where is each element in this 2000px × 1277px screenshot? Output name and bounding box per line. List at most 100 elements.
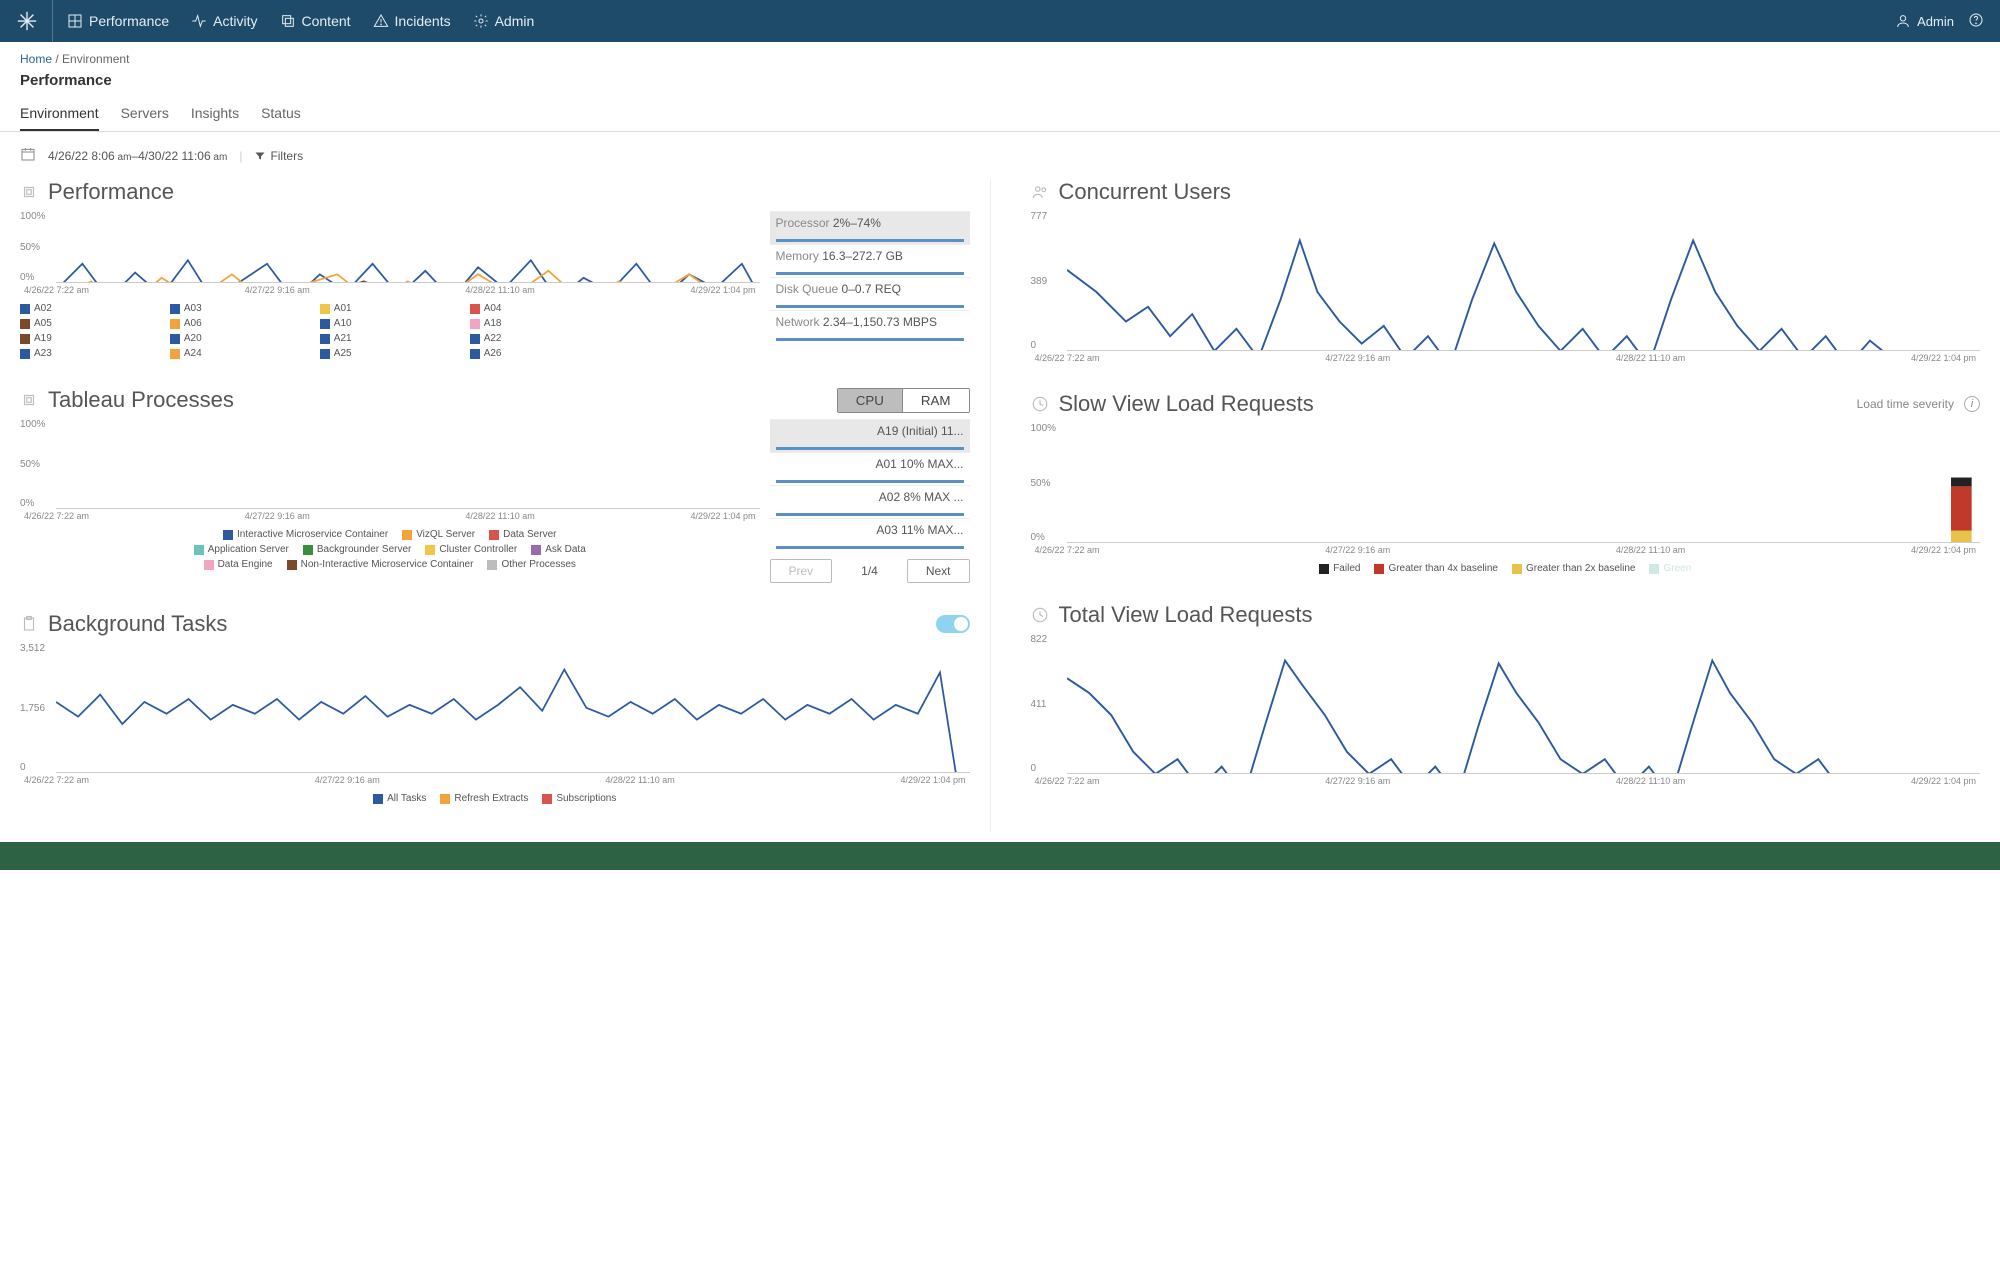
legend-item[interactable]: Interactive Microservice Container: [223, 529, 388, 540]
legend-item[interactable]: A24: [170, 348, 310, 359]
legend-item[interactable]: A20: [170, 333, 310, 344]
tab-insights[interactable]: Insights: [191, 97, 239, 131]
panel-title: Performance: [48, 179, 970, 205]
user-menu[interactable]: Admin: [1895, 13, 1954, 29]
nav-activity[interactable]: Activity: [191, 13, 257, 29]
next-button[interactable]: Next: [907, 559, 970, 583]
legend-item[interactable]: Green: [1649, 563, 1691, 574]
panel-title: Total View Load Requests: [1059, 602, 1981, 628]
background-toggle-switch[interactable]: [936, 615, 970, 633]
legend-item[interactable]: A06: [170, 318, 310, 329]
legend-item[interactable]: [620, 348, 760, 359]
process-row[interactable]: A19 (Initial) 11...: [770, 419, 970, 452]
legend-item[interactable]: Data Engine: [204, 559, 273, 570]
users-icon: [1031, 183, 1049, 201]
processes-legend: Interactive Microservice Container VizQL …: [180, 529, 600, 570]
app-logo[interactable]: [16, 0, 53, 42]
toggle-cpu[interactable]: CPU: [838, 389, 902, 412]
legend-item[interactable]: Application Server: [194, 544, 289, 555]
nav-admin[interactable]: Admin: [473, 13, 535, 29]
breadcrumb-current: Environment: [62, 52, 129, 66]
breadcrumb: Home / Environment: [0, 42, 2000, 70]
page-indicator: 1/4: [861, 564, 878, 578]
x-axis: 4/26/22 7:22 am4/27/22 9:16 am4/28/22 11…: [1031, 353, 1981, 363]
legend-item[interactable]: Non-Interactive Microservice Container: [287, 559, 474, 570]
legend-item[interactable]: [620, 303, 760, 314]
toggle-ram[interactable]: RAM: [902, 389, 969, 412]
metric-row[interactable]: Memory 16.3–272.7 GB: [770, 244, 970, 277]
panel-title: Slow View Load Requests: [1059, 391, 1847, 417]
process-row[interactable]: A03 11% MAX...: [770, 518, 970, 551]
legend-item[interactable]: A03: [170, 303, 310, 314]
panel-title: Tableau Processes: [48, 387, 827, 413]
legend-item[interactable]: Refresh Extracts: [440, 793, 528, 804]
tab-status[interactable]: Status: [261, 97, 301, 131]
clock-icon: [1031, 395, 1049, 413]
legend-item[interactable]: Failed: [1319, 563, 1360, 574]
tab-environment[interactable]: Environment: [20, 97, 99, 131]
metric-row[interactable]: Disk Queue 0–0.7 REQ: [770, 277, 970, 310]
legend-item[interactable]: Greater than 2x baseline: [1512, 563, 1636, 574]
cpu-icon: [20, 391, 38, 409]
processes-pager: Prev 1/4 Next: [770, 559, 970, 583]
breadcrumb-home[interactable]: Home: [20, 52, 52, 66]
top-nav: Performance Activity Content Incidents A…: [0, 0, 2000, 42]
legend-item[interactable]: VizQL Server: [402, 529, 475, 540]
clipboard-icon: [20, 615, 38, 633]
footer-bar: [0, 842, 2000, 870]
performance-chart[interactable]: [56, 211, 760, 283]
date-range[interactable]: 4/26/22 8:06 am–4/30/22 11:06 am: [48, 149, 227, 163]
legend-item[interactable]: Ask Data: [531, 544, 586, 555]
legend-item[interactable]: A26: [470, 348, 610, 359]
severity-hint: Load time severity: [1857, 397, 1954, 411]
legend-item[interactable]: Cluster Controller: [425, 544, 517, 555]
legend-item[interactable]: Data Server: [489, 529, 556, 540]
legend-item[interactable]: A02: [20, 303, 160, 314]
legend-item[interactable]: A23: [20, 348, 160, 359]
concurrent-chart[interactable]: [1067, 211, 1981, 351]
info-icon[interactable]: i: [1964, 396, 1980, 412]
legend-item[interactable]: [620, 318, 760, 329]
background-legend: All Tasks Refresh Extracts Subscriptions: [20, 793, 970, 804]
nav-content[interactable]: Content: [280, 13, 351, 29]
legend-item[interactable]: Subscriptions: [542, 793, 616, 804]
legend-item[interactable]: A25: [320, 348, 460, 359]
nav-incidents[interactable]: Incidents: [373, 13, 451, 29]
panel-total-requests: Total View Load Requests 822 411 0 4/26/…: [1031, 602, 1981, 786]
x-axis: 4/26/22 7:22 am4/27/22 9:16 am4/28/22 11…: [1031, 545, 1981, 555]
legend-item[interactable]: A18: [470, 318, 610, 329]
panel-slow-requests: Slow View Load Requests Load time severi…: [1031, 391, 1981, 574]
nav-performance[interactable]: Performance: [67, 13, 169, 29]
legend-item[interactable]: A01: [320, 303, 460, 314]
legend-item[interactable]: All Tasks: [373, 793, 426, 804]
legend-item[interactable]: A04: [470, 303, 610, 314]
legend-item[interactable]: Greater than 4x baseline: [1374, 563, 1498, 574]
legend-item[interactable]: A21: [320, 333, 460, 344]
total-chart[interactable]: [1067, 634, 1981, 774]
legend-item[interactable]: Backgrounder Server: [303, 544, 412, 555]
legend-item[interactable]: A22: [470, 333, 610, 344]
legend-item[interactable]: [620, 333, 760, 344]
background-chart[interactable]: [56, 643, 970, 773]
metric-row[interactable]: Processor 2%–74%: [770, 211, 970, 244]
process-row[interactable]: A02 8% MAX ...: [770, 485, 970, 518]
panel-title: Background Tasks: [48, 611, 926, 637]
process-row[interactable]: A01 10% MAX...: [770, 452, 970, 485]
slow-chart[interactable]: [1067, 423, 1981, 543]
prev-button[interactable]: Prev: [770, 559, 833, 583]
legend-item[interactable]: A05: [20, 318, 160, 329]
legend-item[interactable]: A19: [20, 333, 160, 344]
metric-row[interactable]: Network 2.34–1,150.73 MBPS: [770, 310, 970, 343]
legend-item[interactable]: A10: [320, 318, 460, 329]
panel-concurrent-users: Concurrent Users 777 389 0 4/26/22 7:22 …: [1031, 179, 1981, 363]
filter-bar: 4/26/22 8:06 am–4/30/22 11:06 am | Filte…: [0, 132, 2000, 179]
legend-item[interactable]: Other Processes: [487, 559, 575, 570]
performance-legend: A02 A03 A01 A04 A05 A06 A10 A18 A19 A20 A21 A22 A23 A…: [20, 303, 760, 359]
processes-chart[interactable]: [56, 419, 760, 509]
filters-button[interactable]: Filters: [254, 149, 303, 163]
help-icon[interactable]: [1968, 12, 1984, 31]
date-range-icon[interactable]: [20, 146, 36, 165]
x-axis: 4/26/22 7:22 am4/27/22 9:16 am4/28/22 11…: [1031, 776, 1981, 786]
x-axis: 4/26/22 7:22 am4/27/22 9:16 am4/28/22 11…: [20, 511, 760, 521]
tab-servers[interactable]: Servers: [121, 97, 169, 131]
